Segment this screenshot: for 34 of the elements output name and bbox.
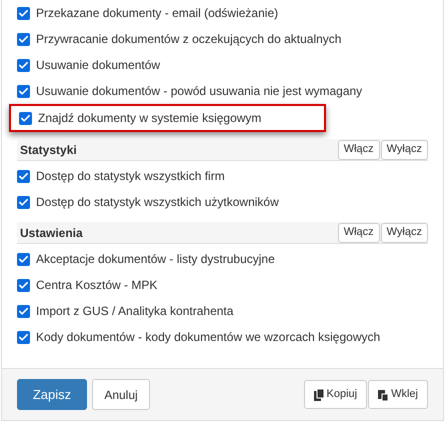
checkbox[interactable] [17,84,30,98]
checkbox[interactable] [17,330,30,344]
checkbox[interactable] [17,304,30,318]
section-title: Ustawienia [19,224,83,242]
checkbox-label: Centra Kosztów - MPK [36,277,158,294]
checkbox[interactable] [17,32,30,46]
checkbox[interactable] [17,58,30,72]
enable-button[interactable]: Włącz [338,140,380,160]
checkbox-label: Import z GUS / Analityka kontrahenta [36,303,234,320]
checkbox-label: Przywracanie dokumentów z oczekujących do aktualnych [36,31,342,48]
checkbox[interactable] [17,278,30,292]
checkbox[interactable] [17,6,30,20]
checkbox-label: Usuwanie dokumentów [36,57,160,74]
checkbox[interactable] [17,170,30,182]
checkbox-label: Przekazane dokumenty - email (odświeżanie) [36,5,278,22]
paste-icon [378,388,388,400]
checkbox-label: Kody dokumentów - kody dokumentów we wzorcach księgowych [36,329,380,346]
checkbox-label: Dostęp do statystyk wszystkich firm [36,168,225,185]
checkbox-label: Usuwanie dokumentów - powód usuwania nie jest wymagany [36,83,362,100]
save-button[interactable]: Zapisz [17,379,87,410]
disable-button[interactable]: Wyłącz [380,222,428,242]
checkbox[interactable] [19,112,32,124]
cancel-button[interactable]: Anuluj [92,379,150,410]
paste-button[interactable]: Wklej [368,380,428,409]
section-title: Statystyki [19,142,77,158]
checkbox-label: Znajdź dokumenty w systemie księgowym [38,110,262,127]
checkbox-label: Akceptacje dokumentów - listy dystrubucyjne [36,251,275,268]
checkbox[interactable] [17,196,30,208]
disable-button[interactable]: Wyłącz [380,140,428,160]
checkbox-label: Dostęp do statystyk wszystkich użytkowników [36,194,279,211]
copy-button[interactable]: Kopiuj [304,380,368,409]
enable-button[interactable]: Włącz [338,222,380,242]
checkbox[interactable] [17,252,30,266]
copy-icon [314,388,325,400]
